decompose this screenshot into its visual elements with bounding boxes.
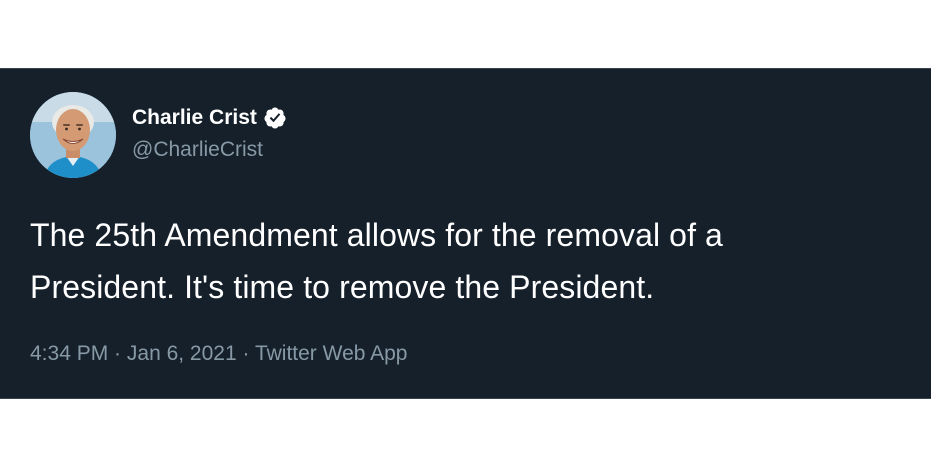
- handle[interactable]: @CharlieCrist: [132, 135, 287, 165]
- verified-badge-icon: [263, 106, 287, 130]
- tweet-text-line: President. It's time to remove the Presi…: [30, 269, 655, 305]
- author-block: Charlie Crist @CharlieCrist: [132, 103, 287, 165]
- tweet-meta: 4:34 PM · Jan 6, 2021 · Twitter Web App: [30, 339, 407, 369]
- tweet-time[interactable]: 4:34 PM: [30, 342, 108, 365]
- meta-separator: ·: [236, 342, 255, 365]
- tweet-text-line: The 25th Amendment allows for the remova…: [30, 217, 723, 253]
- tweet-date[interactable]: Jan 6, 2021: [127, 342, 237, 365]
- tweet-text: The 25th Amendment allows for the remova…: [30, 209, 920, 313]
- tweet-card: Charlie Crist @CharlieCrist The 25th Ame…: [0, 68, 931, 399]
- avatar[interactable]: [30, 92, 116, 178]
- meta-separator: ·: [108, 342, 127, 365]
- display-name[interactable]: Charlie Crist: [132, 103, 257, 133]
- tweet-source[interactable]: Twitter Web App: [255, 342, 408, 365]
- name-row: Charlie Crist: [132, 103, 287, 133]
- avatar-photo: [30, 92, 116, 178]
